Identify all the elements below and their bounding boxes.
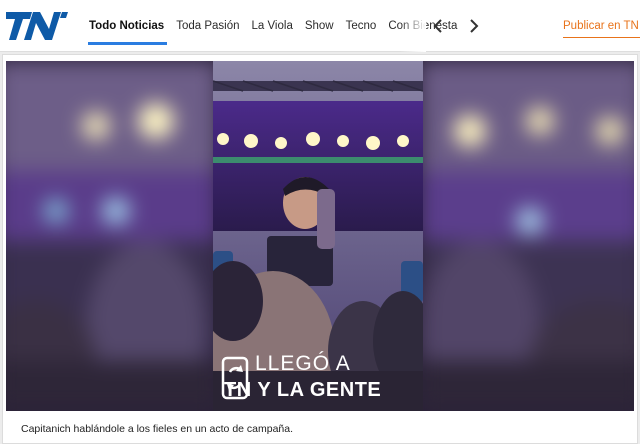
video-caption: Capitanich hablándole a los fieles en un… <box>21 423 294 435</box>
overlay-title-line2: TN Y LA GENTE <box>224 379 382 401</box>
nav-prev-button[interactable] <box>428 15 448 37</box>
video-player[interactable]: LLEGÓ A TN Y LA GENTE <box>6 61 634 411</box>
nav-fade <box>400 0 426 52</box>
nav-item-la-viola[interactable]: La Viola <box>246 0 297 52</box>
chevron-left-icon <box>433 19 442 33</box>
nav-next-button[interactable] <box>464 15 484 37</box>
nav-item-toda-pasion[interactable]: Toda Pasión <box>171 0 244 52</box>
article-media-card: LLEGÓ A TN Y LA GENTE Capitanich hablánd… <box>2 54 638 444</box>
site-header: Todo Noticias Toda Pasión La Viola Show … <box>0 0 640 52</box>
nav-item-show[interactable]: Show <box>300 0 339 52</box>
tn-logo[interactable] <box>6 9 68 43</box>
nav-item-tecno[interactable]: Tecno <box>341 0 382 52</box>
nav-item-todo-noticias[interactable]: Todo Noticias <box>84 0 169 52</box>
overlay-title-line1: LLEGÓ A <box>255 352 351 375</box>
blurred-background-left <box>6 61 218 411</box>
chevron-right-icon <box>470 19 479 33</box>
blurred-background-right <box>420 61 634 411</box>
publish-underline <box>563 37 640 38</box>
publish-link[interactable]: Publicar en TN y <box>553 0 640 52</box>
